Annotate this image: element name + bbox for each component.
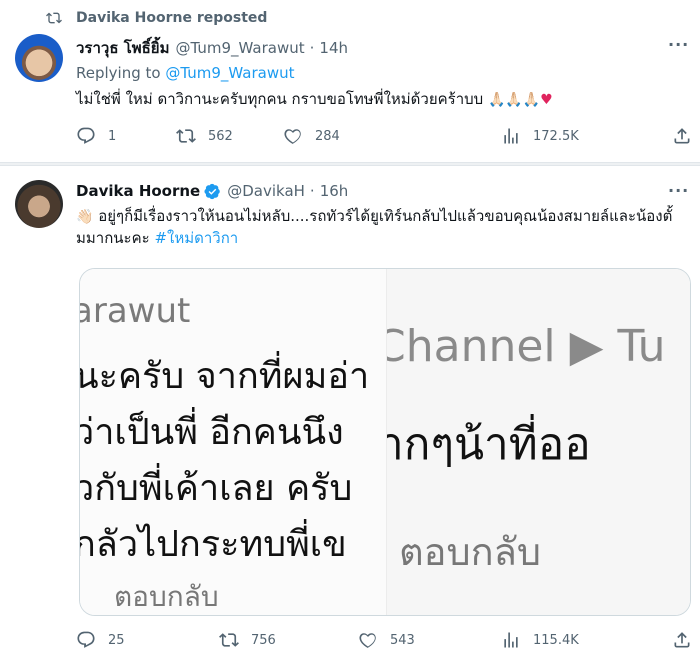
more-options-icon[interactable]: ··· — [668, 183, 688, 204]
media-line: ว่าเป็นพี่ อีกคนนึง — [80, 412, 344, 453]
media-right-panel: Channel ▶ Tu ากๆน้าที่ออ ตอบกลับ — [386, 269, 690, 615]
share-icon — [674, 632, 690, 648]
repost-indicator[interactable]: Davika Hoorne reposted — [46, 10, 267, 26]
reply-icon — [77, 127, 95, 144]
like-count: 284 — [315, 128, 340, 144]
tweet-actions: 25 756 543 115.4K — [76, 630, 692, 654]
avatar[interactable] — [15, 180, 63, 228]
more-options-icon[interactable]: ··· — [668, 37, 688, 58]
reply-button[interactable]: 1 — [76, 126, 116, 146]
views-button[interactable]: 172.5K — [501, 126, 579, 146]
tweet-time[interactable]: 14h — [319, 39, 348, 57]
repost-icon — [219, 633, 239, 647]
views-icon — [504, 128, 518, 144]
like-count: 543 — [390, 632, 415, 648]
tweet-text-body: ไม่ใช่พี่ ใหม่ ดาวิกานะครับทุกคน กราบขอโ… — [76, 90, 484, 108]
media-reply-label: ตอบกลับ — [114, 580, 219, 613]
avatar[interactable] — [15, 34, 63, 82]
like-button[interactable]: 284 — [283, 126, 340, 146]
tweet-time[interactable]: 16h — [320, 182, 349, 200]
hashtag-link[interactable]: #ใหม่ดาวิกา — [154, 229, 238, 247]
media-reply-label: ตอบกลับ — [399, 530, 542, 574]
views-button[interactable]: 115.4K — [501, 630, 579, 650]
replying-prefix: Replying to — [76, 64, 161, 82]
main-tweet[interactable]: Davika Hoorne @DavikaH · 16h ··· 👋🏻 อยู่… — [0, 166, 700, 669]
pray-hands-emoji: 🙏🏻🙏🏻🙏🏻 — [487, 92, 541, 108]
tweet-actions: 1 562 284 172.5K — [76, 126, 692, 150]
media-username: arawut — [80, 291, 191, 331]
media-line: วกับพี่เค้าเลย ครับ — [80, 468, 353, 509]
views-count: 115.4K — [533, 632, 579, 648]
heart-icon — [359, 633, 376, 649]
wave-hand-emoji: 👋🏻 — [76, 209, 94, 225]
tweet-text: ไม่ใช่พี่ ใหม่ ดาวิกานะครับทุกคน กราบขอโ… — [76, 89, 676, 111]
repost-icon — [46, 12, 62, 24]
share-button[interactable] — [672, 126, 692, 146]
reply-button[interactable]: 25 — [76, 630, 125, 650]
media-line: นะครับ จากที่ผมอ่า — [80, 356, 370, 397]
author-handle[interactable]: @DavikaH — [227, 182, 305, 200]
repost-label: Davika Hoorne reposted — [76, 10, 268, 26]
replying-to: Replying to @Tum9_Warawut — [76, 64, 295, 82]
views-icon — [504, 632, 518, 648]
repost-count: 756 — [251, 632, 276, 648]
reply-icon — [77, 631, 95, 648]
share-button[interactable] — [672, 630, 692, 650]
reply-count: 1 — [108, 128, 117, 144]
author-name[interactable]: Davika Hoorne — [76, 182, 200, 200]
replying-handle-link[interactable]: @Tum9_Warawut — [165, 64, 294, 82]
media-line: ากๆน้าที่ออ — [386, 419, 591, 470]
separator-dot: · — [309, 39, 315, 57]
tweet-header: Davika Hoorne @DavikaH · 16h — [76, 182, 348, 200]
tweet-text: 👋🏻 อยู่ๆก็มีเรื่องราวให้นอนไม่หลับ....รถ… — [76, 206, 676, 249]
verified-badge-icon[interactable] — [204, 183, 221, 200]
repost-tweet[interactable]: Davika Hoorne reposted วราวุธ โพธิ์ยิ้ม … — [0, 0, 700, 162]
reply-count: 25 — [108, 632, 125, 648]
author-handle[interactable]: @Tum9_Warawut — [175, 39, 304, 57]
separator-dot: · — [309, 182, 315, 200]
media-image[interactable]: arawut นะครับ จากที่ผมอ่า ว่าเป็นพี่ อีก… — [79, 268, 691, 616]
heart-emoji: ♥ — [540, 92, 553, 108]
repost-count: 562 — [208, 128, 233, 144]
views-count: 172.5K — [533, 128, 579, 144]
media-left-panel: arawut นะครับ จากที่ผมอ่า ว่าเป็นพี่ อีก… — [80, 269, 386, 615]
like-button[interactable]: 543 — [358, 630, 415, 650]
share-icon — [674, 128, 690, 144]
tweet-header: วราวุธ โพธิ์ยิ้ม @Tum9_Warawut · 14h — [76, 36, 348, 60]
heart-icon — [284, 129, 301, 145]
repost-button[interactable]: 562 — [176, 126, 233, 146]
repost-button[interactable]: 756 — [219, 630, 276, 650]
repost-icon — [176, 129, 196, 143]
author-name[interactable]: วราวุธ โพธิ์ยิ้ม — [76, 36, 169, 60]
media-channel-label: Channel ▶ Tu — [386, 321, 666, 372]
media-line: กลัวไปกระทบพี่เข — [80, 524, 347, 565]
